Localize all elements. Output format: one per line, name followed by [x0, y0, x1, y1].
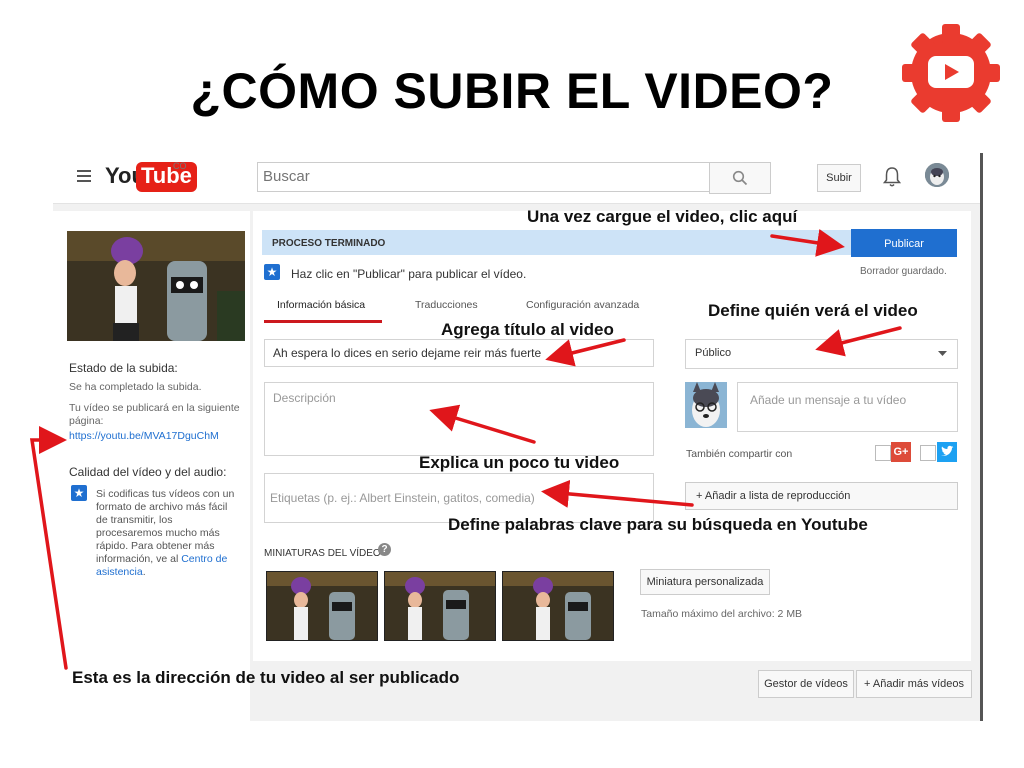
search-icon	[732, 170, 748, 186]
tags-placeholder: Etiquetas (p. ej.: Albert Einstein, gati…	[270, 491, 535, 505]
quality-text: Si codificas tus vídeos con un formato d…	[96, 488, 241, 579]
notifications-bell-icon[interactable]	[883, 166, 901, 188]
thumbnail-option[interactable]	[502, 571, 614, 641]
help-suffix: .	[142, 566, 146, 578]
annotation-tags: Define palabras clave para su búsqueda e…	[448, 515, 868, 534]
privacy-dropdown[interactable]: Público	[685, 339, 958, 369]
google-plus-checkbox[interactable]	[875, 445, 891, 461]
add-more-videos-button[interactable]: + Añadir más vídeos	[856, 670, 972, 698]
youtube-upload-screenshot: You Tube CO Subir	[53, 153, 983, 721]
title-field[interactable]: Ah espera lo dices en serio dejame reir …	[264, 339, 654, 367]
twitter-icon	[937, 442, 957, 462]
husky-avatar-icon	[685, 382, 727, 428]
thumbnail-image	[503, 572, 613, 640]
active-tab-indicator	[264, 320, 382, 323]
processing-status: PROCESO TERMINADO	[272, 238, 386, 249]
quality-title: Calidad del vídeo y del audio:	[69, 465, 227, 479]
share-with-label: También compartir con	[686, 448, 793, 460]
thumbnails-title: MINIATURAS DEL VÍDEO	[264, 548, 381, 559]
tab-advanced-settings[interactable]: Configuración avanzada	[526, 299, 639, 311]
twitter-checkbox[interactable]	[920, 445, 936, 461]
account-avatar[interactable]	[925, 163, 949, 187]
annotation-url: Esta es la dirección de tu video al ser …	[72, 668, 460, 687]
add-to-playlist-button[interactable]: + Añadir a lista de reproducción	[685, 482, 958, 510]
video-preview[interactable]	[67, 231, 245, 341]
slide-title: ¿CÓMO SUBIR EL VIDEO?	[190, 63, 834, 119]
thumbnail-image	[267, 572, 377, 640]
hint-star-icon: ★	[264, 264, 280, 280]
logo-country: CO	[173, 161, 187, 171]
draft-saved-text: Borrador guardado.	[860, 266, 947, 277]
annotation-publish: Una vez cargue el video, clic aquí	[527, 207, 798, 226]
description-field[interactable]: Descripción	[264, 382, 654, 456]
youtube-header: You Tube CO Subir	[53, 153, 980, 204]
share-avatar	[685, 382, 727, 428]
custom-thumbnail-button[interactable]: Miniatura personalizada	[640, 569, 770, 595]
husky-avatar-icon	[925, 163, 949, 187]
share-message-placeholder: Añade un mensaje a tu vídeo	[750, 393, 907, 407]
info-star-icon: ★	[71, 485, 87, 501]
help-question-icon[interactable]: ?	[378, 543, 391, 556]
logo-tube: Tube	[136, 162, 197, 192]
upload-button[interactable]: Subir	[817, 164, 861, 192]
thumbnail-option[interactable]	[266, 571, 378, 641]
video-frame-image	[67, 231, 245, 341]
upload-status-title: Estado de la subida:	[69, 361, 178, 375]
share-message-field[interactable]: Añade un mensaje a tu vídeo	[737, 382, 958, 432]
max-file-size: Tamaño máximo del archivo: 2 MB	[641, 608, 803, 620]
publish-info-text: Tu vídeo se publicará en la siguiente pá…	[69, 402, 240, 427]
annotation-description: Explica un poco tu video	[419, 453, 620, 472]
privacy-value: Público	[695, 347, 732, 359]
search-button[interactable]	[709, 162, 771, 194]
title-value: Ah espera lo dices en serio dejame reir …	[273, 346, 542, 360]
google-plus-icon: G+	[891, 442, 911, 462]
youtube-creator-gear-icon	[902, 24, 1000, 122]
thumbnail-option[interactable]	[384, 571, 496, 641]
annotation-privacy: Define quién verá el video	[708, 301, 918, 320]
description-placeholder: Descripción	[273, 391, 336, 405]
video-url-link[interactable]: https://youtu.be/MVA17DguChM	[69, 430, 219, 442]
annotation-title: Agrega título al video	[441, 320, 614, 339]
search-input[interactable]	[259, 164, 707, 188]
chevron-down-icon	[938, 351, 947, 356]
publish-button[interactable]: Publicar	[851, 229, 957, 257]
tab-translations[interactable]: Traducciones	[415, 299, 478, 311]
thumbnail-image	[385, 572, 495, 640]
youtube-logo[interactable]: You Tube CO	[53, 153, 197, 201]
upload-complete-text: Se ha completado la subida.	[69, 381, 202, 393]
playlist-button-label: + Añadir a lista de reproducción	[696, 490, 851, 502]
video-manager-button[interactable]: Gestor de vídeos	[758, 670, 854, 698]
publish-hint: Haz clic en "Publicar" para publicar el …	[291, 267, 527, 281]
tab-basic-info[interactable]: Información básica	[277, 299, 365, 311]
